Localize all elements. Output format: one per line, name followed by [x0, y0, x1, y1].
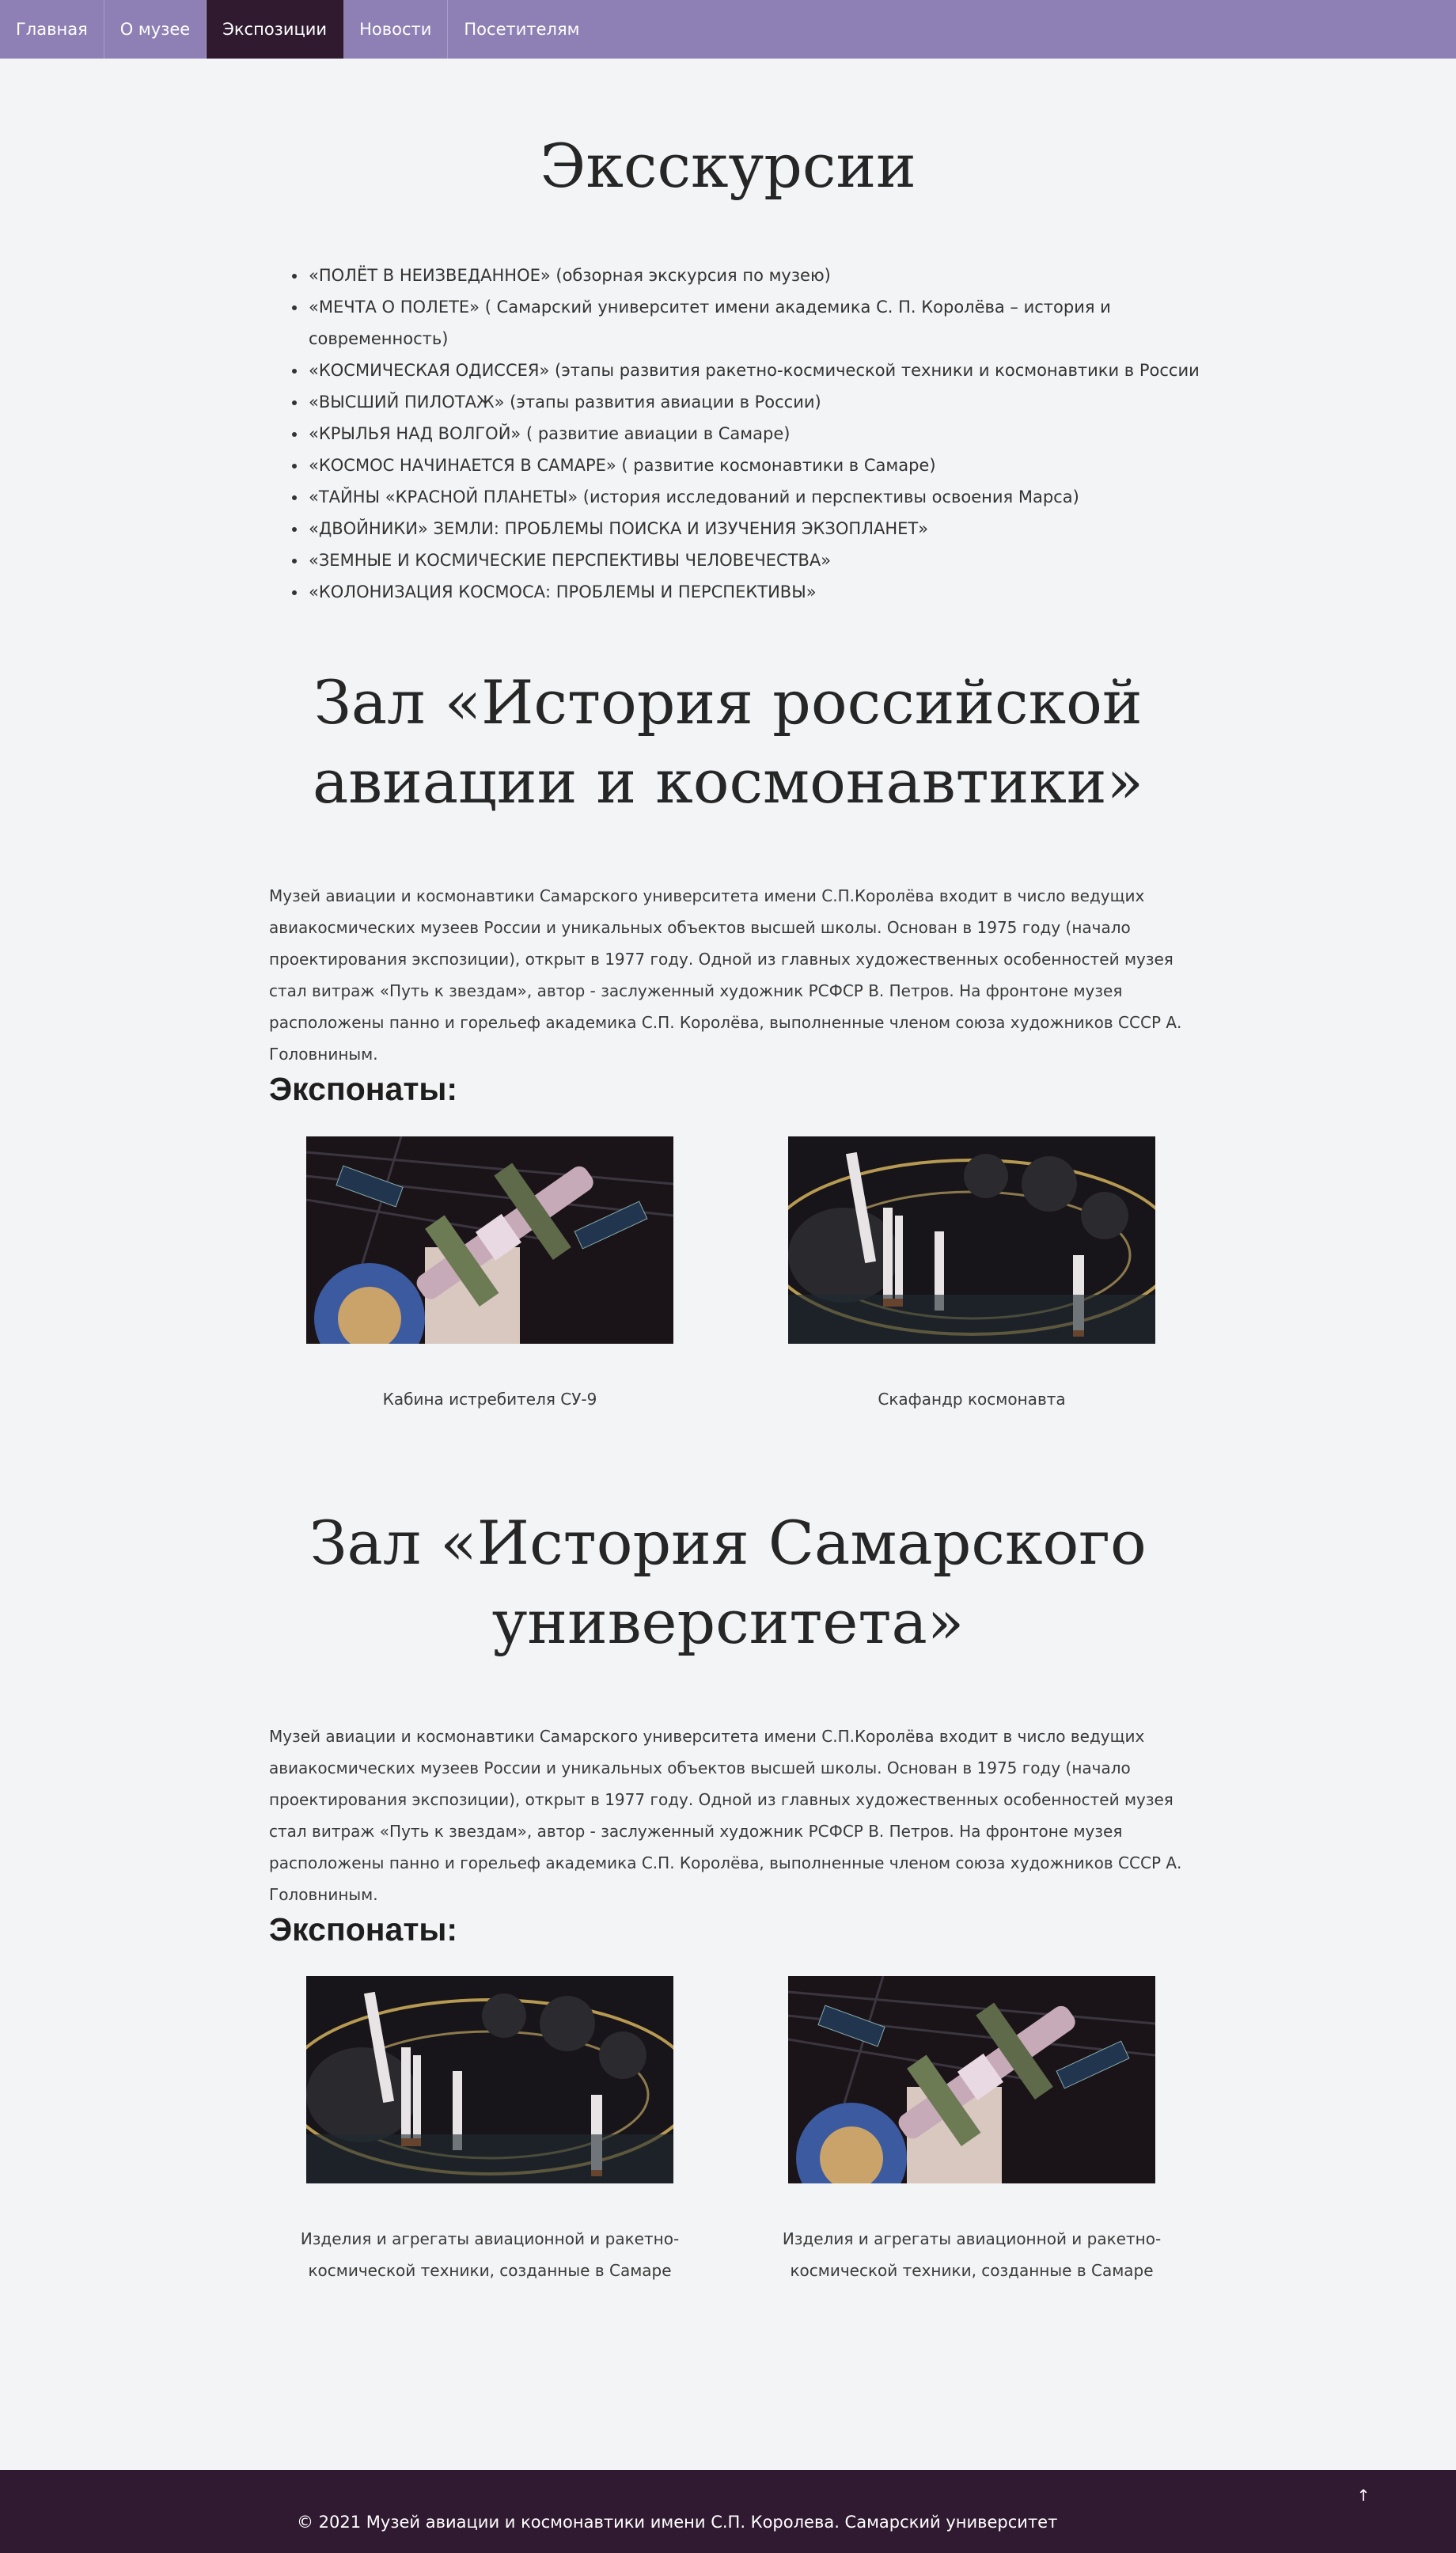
exhibit-caption: Кабина истребителя СУ-9: [382, 1390, 597, 1409]
nav-item-visitors[interactable]: Посетителям: [448, 0, 595, 59]
excursions-list: «ПОЛЁТ В НЕИЗВЕДАННОЕ» (обзорная экскурс…: [307, 260, 1201, 608]
hall2-title-line2: университета»: [491, 1587, 965, 1657]
hall1-title: Зал «История российской авиации и космон…: [0, 663, 1456, 821]
list-item: «КРЫЛЬЯ НАД ВОЛГОЙ» ( развитие авиации в…: [307, 418, 1201, 450]
scroll-to-top-button[interactable]: ↑: [1353, 2479, 1374, 2511]
list-item: «ВЫСШИЙ ПИЛОТАЖ» (этапы развития авиации…: [307, 386, 1201, 418]
exhibit-caption: Скафандр космонавта: [878, 1390, 1066, 1409]
exhibit-photo-rockets: [306, 1976, 673, 2183]
list-item: «ТАЙНЫ «КРАСНОЙ ПЛАНЕТЫ» (история исслед…: [307, 481, 1201, 513]
list-item: «КОСМОС НАЧИНАЕТСЯ В САМАРЕ» ( развитие …: [307, 450, 1201, 481]
exhibit-caption: Изделия и агрегаты авиационной и ракетно…: [300, 2229, 680, 2280]
footer-copyright: © 2021 Музей авиации и космонавтики имен…: [297, 2513, 1058, 2532]
nav-item-expositions[interactable]: Экспозиции: [207, 0, 344, 59]
top-navigation: Главная О музее Экспозиции Новости Посет…: [0, 0, 1456, 59]
exhibit-photo-rockets: [788, 1136, 1155, 1344]
list-item: «МЕЧТА О ПОЛЕТЕ» ( Самарский университет…: [307, 291, 1201, 355]
hall2-description: Музей авиации и космонавтики Самарского …: [269, 1727, 1182, 1904]
list-item: «ДВОЙНИКИ» ЗЕМЛИ: ПРОБЛЕМЫ ПОИСКА И ИЗУЧ…: [307, 513, 1201, 544]
hall2-title: Зал «История Самарского университета»: [0, 1504, 1456, 1662]
exhibit-photo-space-station: [306, 1136, 673, 1344]
exhibit-caption: Изделия и агрегаты авиационной и ракетно…: [782, 2229, 1162, 2280]
excursions-title: Эксскурсии: [540, 131, 916, 201]
hall1-exhibits-heading: Экспонаты:: [269, 1071, 458, 1107]
arrow-up-icon: ↑: [1356, 2486, 1371, 2505]
hall1-title-line1: Зал «История российской: [313, 667, 1143, 738]
list-item: «ЗЕМНЫЕ И КОСМИЧЕСКИЕ ПЕРСПЕКТИВЫ ЧЕЛОВЕ…: [307, 544, 1201, 576]
nav-item-about[interactable]: О музее: [104, 0, 207, 59]
footer: ↑ © 2021 Музей авиации и космонавтики им…: [0, 2470, 1456, 2553]
list-item: «КОСМИЧЕСКАЯ ОДИССЕЯ» (этапы развития ра…: [307, 355, 1201, 386]
hall2-title-line1: Зал «История Самарского: [309, 1508, 1147, 1578]
hall2-exhibits-heading: Экспонаты:: [269, 1911, 458, 1948]
exhibit-photo-space-station: [788, 1976, 1155, 2183]
nav-item-news[interactable]: Новости: [343, 0, 449, 59]
nav-item-home[interactable]: Главная: [0, 0, 104, 59]
hall1-description: Музей авиации и космонавтики Самарского …: [269, 886, 1182, 1064]
hall1-title-line2: авиации и космонавтики»: [312, 746, 1143, 817]
list-item: «ПОЛЁТ В НЕИЗВЕДАННОЕ» (обзорная экскурс…: [307, 260, 1201, 291]
list-item: «КОЛОНИЗАЦИЯ КОСМОСА: ПРОБЛЕМЫ И ПЕРСПЕК…: [307, 576, 1201, 608]
